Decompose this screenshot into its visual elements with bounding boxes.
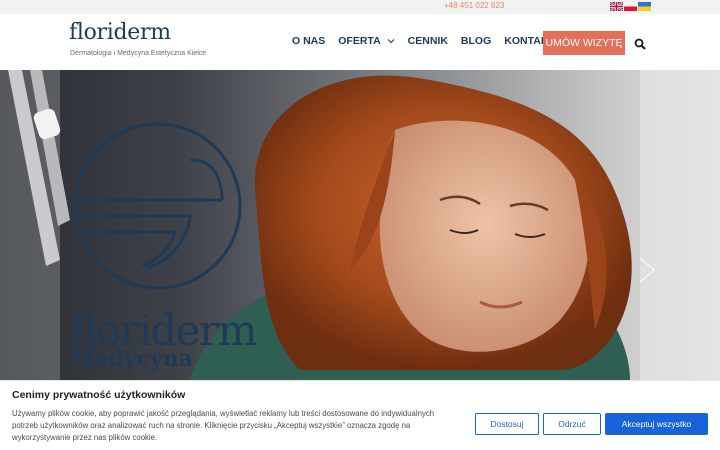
reject-button[interactable]: Odrzuć — [543, 413, 601, 435]
floriderm-emblem-icon — [74, 122, 242, 290]
site-header: floriderm Dermatologia i Medycyna Estety… — [0, 14, 720, 70]
customize-button[interactable]: Dostosuj — [475, 413, 539, 435]
phone-number[interactable]: +48 451 022 823 — [444, 1, 504, 10]
main-nav: O NAS OFERTA CENNIK BLOG KONTAKT — [292, 35, 568, 47]
language-switcher — [610, 2, 651, 11]
hero-brand-subtitle: Medycyna — [70, 346, 193, 372]
site-logo[interactable]: floriderm — [69, 20, 171, 45]
flag-ua-icon[interactable] — [638, 2, 651, 11]
cookie-text: Używamy plików cookie, aby poprawić jako… — [12, 409, 435, 443]
cookie-banner: Cenimy prywatność użytkowników Używamy p… — [0, 380, 720, 450]
nav-item-oferta-label: OFERTA — [338, 35, 381, 47]
flag-en-icon[interactable] — [610, 2, 623, 11]
hero-banner: floriderm Medycyna — [0, 70, 720, 380]
nav-item-cennik[interactable]: CENNIK — [408, 35, 448, 47]
nav-item-blog[interactable]: BLOG — [461, 35, 491, 47]
nav-item-oferta[interactable]: OFERTA — [338, 35, 395, 47]
top-bar: +48 451 022 823 — [0, 0, 720, 14]
book-visit-button[interactable]: UMÓW WIZYTĘ — [543, 31, 625, 55]
search-icon[interactable] — [634, 38, 646, 50]
cookie-title: Cenimy prywatność użytkowników — [12, 389, 186, 401]
nav-item-o-nas[interactable]: O NAS — [292, 35, 325, 47]
chevron-down-icon — [387, 39, 395, 44]
flag-pl-icon[interactable] — [624, 2, 637, 11]
site-tagline: Dermatologia i Medycyna Estetyczna Kielc… — [70, 50, 207, 57]
accept-all-button[interactable]: Akceptuj wszystko — [605, 413, 708, 435]
